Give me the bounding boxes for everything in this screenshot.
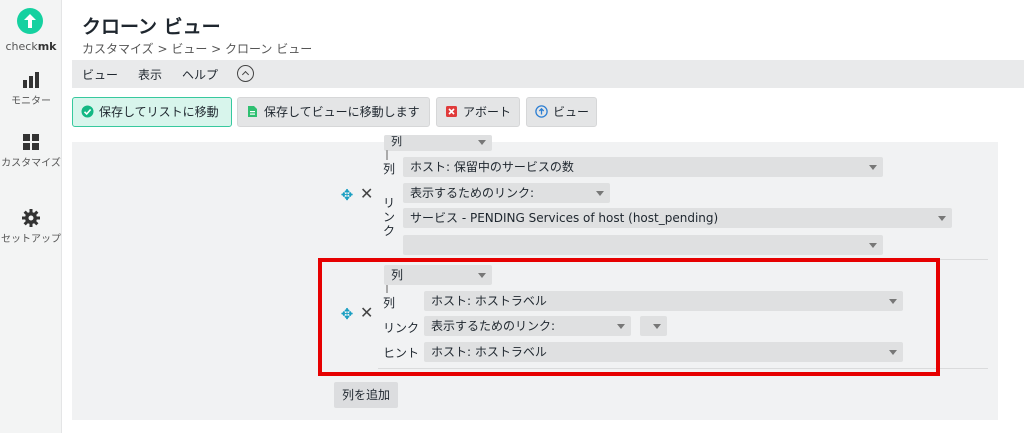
grid-icon [23, 134, 39, 150]
highlight-box [318, 258, 940, 376]
menu-bar: ビュー 表示 ヘルプ [72, 60, 1024, 88]
row1-link-target-select[interactable]: サービス - PENDING Services of host (host_pe… [403, 208, 952, 228]
document-icon [248, 106, 257, 117]
check-circle-icon [81, 105, 94, 118]
sidebar-item-label: セットアップ [1, 234, 61, 245]
abort-button[interactable]: アボート [436, 97, 520, 127]
page-title: クローン ビュー [82, 16, 221, 38]
sidebar-item-label: モニター [11, 96, 51, 107]
sidebar: checkmk モニター カスタマイズ セットアップ [0, 0, 62, 433]
row1-hint-select[interactable] [403, 235, 883, 255]
breadcrumb[interactable]: カスタマイズ > ビュー > クローン ビュー [82, 40, 312, 57]
gear-icon [22, 209, 40, 227]
row1-link-type-select[interactable]: 表示するためのリンク: [403, 183, 610, 203]
close-box-icon [446, 106, 457, 117]
menu-view[interactable]: ビュー [82, 66, 118, 83]
row1-link-label: リンク [383, 196, 396, 238]
arrow-up-circle-icon [535, 105, 548, 118]
save-and-view-button[interactable]: 保存してビューに移動します [237, 97, 430, 127]
fold-line [386, 150, 388, 160]
sidebar-item-label: カスタマイズ [1, 158, 61, 169]
menu-help[interactable]: ヘルプ [182, 66, 218, 83]
row1-column-select[interactable]: ホスト: 保留中のサービスの数 [403, 157, 883, 177]
app-name: checkmk [5, 40, 57, 53]
sidebar-item-customize[interactable]: カスタマイズ [0, 132, 62, 171]
bar-chart-icon [23, 72, 39, 88]
add-column-button[interactable]: 列を追加 [334, 382, 399, 408]
chevron-up-icon[interactable] [237, 65, 254, 82]
row1-column-label: 列 [383, 162, 396, 176]
save-and-list-button[interactable]: 保存してリストに移動 [72, 97, 232, 127]
delete-icon[interactable]: ✕ [360, 186, 374, 202]
menu-display[interactable]: 表示 [138, 66, 162, 83]
sidebar-item-monitor[interactable]: モニター [0, 70, 62, 109]
checkmk-logo-icon[interactable] [17, 8, 43, 34]
view-button[interactable]: ビュー [526, 97, 597, 127]
move-icon[interactable]: ✥ [340, 188, 354, 203]
sidebar-item-setup[interactable]: セットアップ [0, 208, 62, 247]
row1-type-select[interactable]: 列 [384, 135, 492, 151]
